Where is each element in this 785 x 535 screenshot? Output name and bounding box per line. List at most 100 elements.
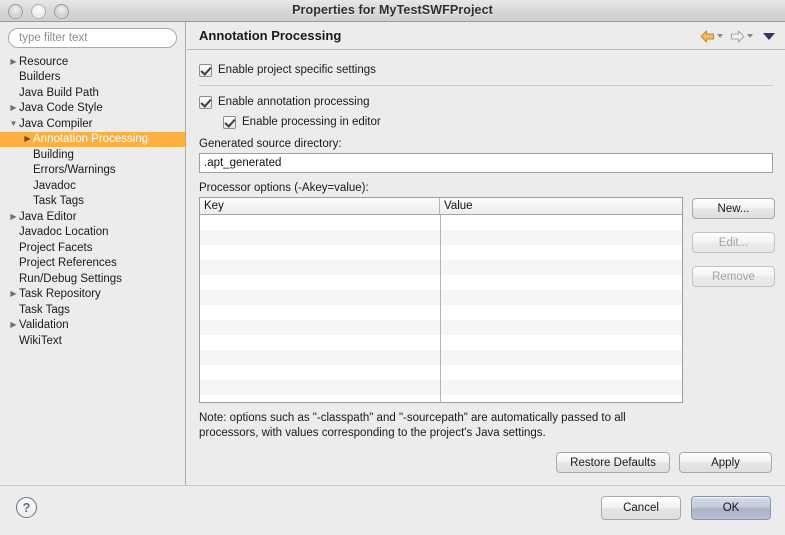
back-dropdown-caret[interactable] [717,34,723,38]
table-row[interactable] [200,395,682,402]
nav-icons [700,22,775,50]
new-button[interactable]: New... [692,198,775,219]
sidebar-item-label: Java Code Style [19,102,103,115]
twisty-collapsed-icon[interactable]: ▶ [8,212,19,221]
enable-project-specific-settings-checkbox[interactable] [199,63,212,77]
question-mark-icon[interactable]: ? [16,497,37,518]
sidebar-item-label: Resource [19,55,69,68]
checkbox-row-processing-in-editor[interactable]: Enable processing in editor [199,112,773,132]
checkbox-label: Enable annotation processing [218,96,370,108]
titlebar: Properties for MyTestSWFProject [0,0,785,22]
settings-sidebar: ▶ResourceBuildersJava Build Path▶Java Co… [0,22,186,485]
column-divider[interactable] [440,215,441,402]
sidebar-item-project-references[interactable]: Project References [0,256,185,272]
processor-options-table[interactable]: Key Value [199,197,683,403]
sidebar-item-project-facets[interactable]: Project Facets [0,240,185,256]
sidebar-item-javadoc-location[interactable]: Javadoc Location [0,225,185,241]
window-title: Properties for MyTestSWFProject [292,3,493,17]
twisty-expanded-icon[interactable]: ▼ [8,119,19,128]
sidebar-item-task-repository[interactable]: ▶ Task Repository [0,287,185,303]
sidebar-item-label: Project References [19,257,117,270]
table-row[interactable] [200,215,682,230]
chevron-down-icon[interactable] [763,32,775,40]
main-panel: Annotation Processing Enable project spe… [187,22,785,485]
sidebar-item-wikitext[interactable]: WikiText [0,333,185,349]
sidebar-item-java-code-style[interactable]: ▶ Java Code Style [0,101,185,117]
sidebar-item-errors-warnings[interactable]: Errors/Warnings [0,163,185,179]
sidebar-item-builders[interactable]: Builders [0,70,185,86]
table-row[interactable] [200,350,682,365]
table-row[interactable] [200,230,682,245]
table-row[interactable] [200,290,682,305]
sidebar-item-validation[interactable]: ▶ Validation [0,318,185,334]
twisty-collapsed-icon[interactable]: ▶ [8,290,19,298]
twisty-collapsed-icon[interactable]: ▶ [22,135,33,143]
sidebar-item-label: Building [33,148,74,161]
sidebar-item-label: Task Tags [19,303,70,316]
sidebar-item-label: Builders [19,71,61,84]
twisty-collapsed-icon[interactable]: ▶ [8,57,19,66]
table-row[interactable] [200,260,682,275]
column-header-value[interactable]: Value [440,198,682,214]
back-arrow-icon[interactable] [700,29,715,43]
sidebar-item-annotation-processing[interactable]: ▶ Annotation Processing [0,131,185,147]
sidebar-item-run-debug-settings[interactable]: Run/Debug Settings [0,271,185,287]
processor-options-note: Note: options such as "-classpath" and "… [199,412,626,439]
ok-button[interactable]: OK [691,496,771,520]
table-row[interactable] [200,245,682,260]
sidebar-item-label: Java Build Path [19,86,99,99]
enable-annotation-processing-checkbox[interactable] [199,95,212,109]
sidebar-item-label: Validation [19,319,69,332]
sidebar-item-task-tags[interactable]: Task Tags [0,302,185,318]
dialog-footer: ? Cancel OK [0,485,785,535]
settings-tree: ▶ Resource Builders Java Build Path ▶ Java Co… [0,54,185,349]
search-input[interactable] [8,28,177,48]
processor-options-label: Processor options (-Akey=value): [199,182,369,194]
sidebar-item-label: Javadoc [33,179,76,192]
column-header-key[interactable]: Key [200,198,440,214]
filter-container [0,22,185,52]
table-header-row: Key Value [200,198,682,215]
twisty-collapsed-icon[interactable]: ▶ [8,321,19,329]
checkbox-row-project-specific[interactable]: Enable project specific settings [199,60,773,80]
sidebar-item-java-compiler[interactable]: ▼ Java Compiler [0,116,185,132]
table-row[interactable] [200,335,682,350]
sidebar-item-javadoc[interactable]: Javadoc [0,178,185,194]
table-row[interactable] [200,320,682,335]
sidebar-item-label: Task Repository [19,288,101,301]
properties-dialog-window: Properties for MyTestSWFProject ▶Resourc… [0,0,785,535]
back-nav[interactable] [700,29,728,43]
forward-nav[interactable] [730,29,758,43]
panel-action-buttons: Restore Defaults Apply [199,452,773,473]
forward-arrow-icon[interactable] [730,29,745,43]
dialog-content: ▶ResourceBuildersJava Build Path▶Java Co… [0,22,785,485]
processor-options-area: Key Value New... Edit... Remove [199,197,775,403]
panel-body: Enable project specific settings Enable … [187,50,785,473]
table-row[interactable] [200,275,682,290]
enable-processing-in-editor-checkbox[interactable] [223,115,236,129]
sidebar-item-resource[interactable]: ▶ Resource [0,54,185,70]
restore-defaults-button[interactable]: Restore Defaults [556,452,670,473]
panel-header: Annotation Processing [187,22,785,50]
sidebar-item-building[interactable]: Building [0,147,185,163]
sidebar-item-java-editor[interactable]: ▶ Java Editor [0,209,185,225]
sidebar-item-label: Java Editor [19,210,77,223]
divider [199,85,773,86]
table-action-buttons: New... Edit... Remove [692,197,775,287]
apply-button[interactable]: Apply [679,452,772,473]
table-row[interactable] [200,305,682,320]
sidebar-item-label: Java Compiler [19,117,93,130]
checkbox-row-annotation-processing[interactable]: Enable annotation processing [199,92,773,112]
sidebar-item-task-tags[interactable]: Task Tags [0,194,185,210]
cancel-button[interactable]: Cancel [601,496,681,520]
table-row[interactable] [200,380,682,395]
sidebar-item-java-build-path[interactable]: Java Build Path [0,85,185,101]
table-row[interactable] [200,365,682,380]
generated-source-directory-input[interactable] [199,153,773,173]
twisty-collapsed-icon[interactable]: ▶ [8,104,19,112]
generated-source-directory-label: Generated source directory: [199,138,342,150]
footer-buttons: Cancel OK [601,496,771,520]
sidebar-item-label: Project Facets [19,241,93,254]
forward-dropdown-caret[interactable] [747,34,753,38]
edit-button: Edit... [692,232,775,253]
